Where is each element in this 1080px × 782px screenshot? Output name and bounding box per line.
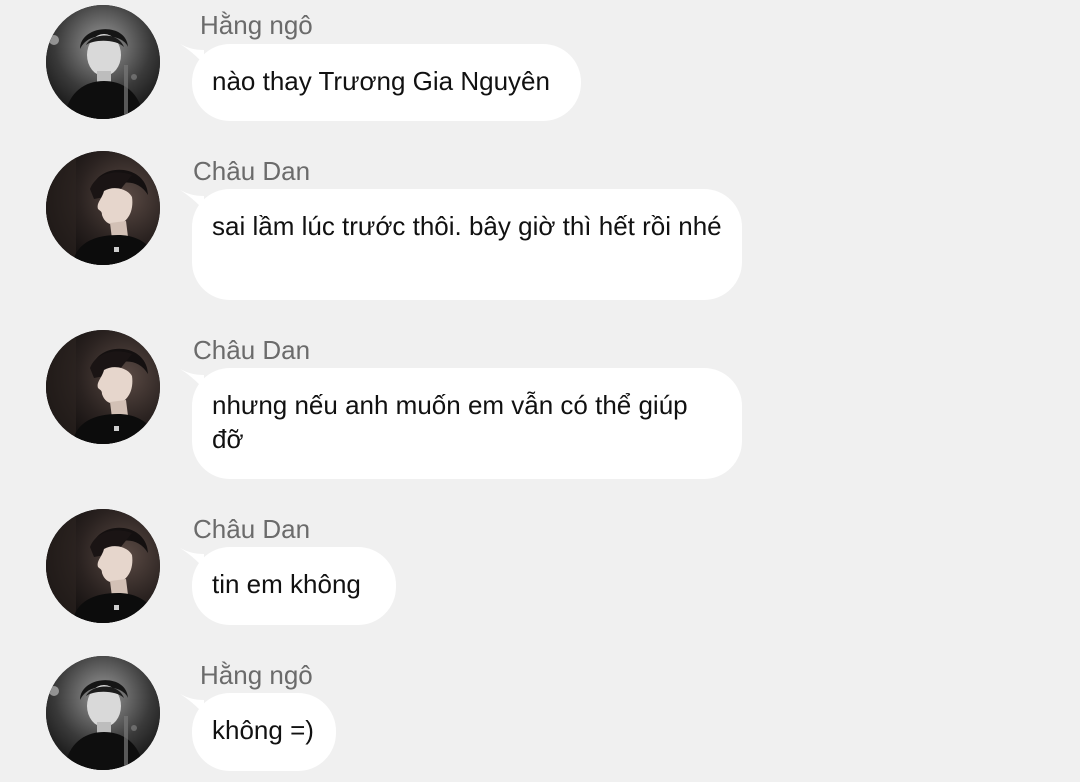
message-bubble[interactable]: sai lầm lúc trước thôi. bây giờ thì hết … (192, 189, 742, 300)
avatar-chau-dan[interactable] (46, 509, 160, 623)
sender-name: Châu Dan (193, 156, 311, 186)
sender-name: Hằng ngô (200, 660, 313, 690)
message-bubble[interactable]: không =) (192, 693, 336, 771)
message-bubble[interactable]: nào thay Trương Gia Nguyên (192, 44, 581, 121)
message-text: tin em không (212, 569, 361, 599)
message-text: không =) (212, 715, 314, 745)
sender-name: Châu Dan (193, 335, 311, 365)
sender-name: Châu Dan (193, 514, 311, 544)
avatar-hang-ngo[interactable] (46, 656, 160, 770)
message-text: nào thay Trương Gia Nguyên (212, 66, 550, 96)
message-bubble[interactable]: nhưng nếu anh muốn em vẫn có thể giúp đỡ (192, 368, 742, 479)
avatar-hang-ngo[interactable] (46, 5, 160, 119)
message-text: sai lầm lúc trước thôi. bây giờ thì hết … (212, 211, 722, 241)
avatar-chau-dan[interactable] (46, 151, 160, 265)
message-text: nhưng nếu anh muốn em vẫn có thể giúp đỡ (212, 390, 688, 454)
avatar-chau-dan[interactable] (46, 330, 160, 444)
sender-name: Hằng ngô (200, 10, 313, 40)
message-bubble[interactable]: tin em không (192, 547, 396, 625)
